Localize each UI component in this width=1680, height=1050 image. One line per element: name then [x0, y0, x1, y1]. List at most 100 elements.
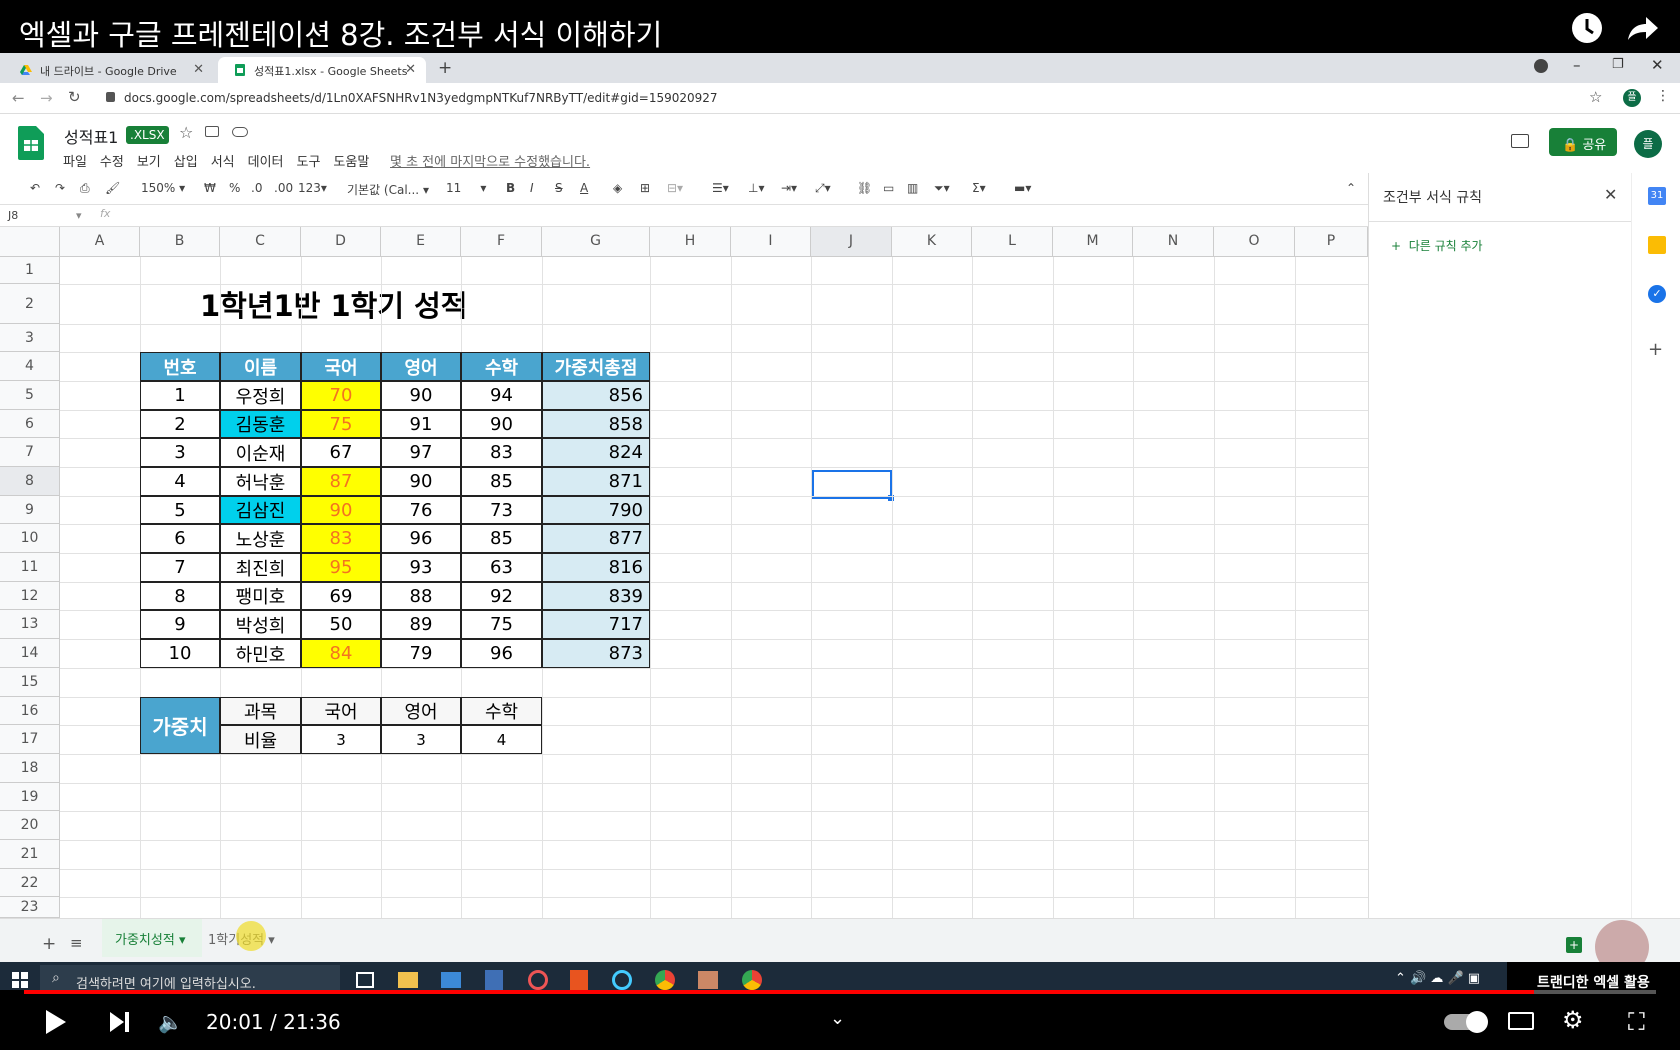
table-cell[interactable]: 873 — [542, 639, 650, 668]
sheet-tab-weighted[interactable]: 가중치성적 ▾ — [102, 919, 202, 957]
weights-ratio-cell[interactable]: 3 — [301, 725, 381, 754]
table-cell[interactable]: 90 — [461, 410, 542, 438]
horizontal-align-icon[interactable]: ☰▾ — [712, 181, 729, 195]
row-header[interactable]: 22 — [0, 869, 60, 897]
share-arrow-icon[interactable] — [1622, 8, 1662, 48]
row-header[interactable]: 17 — [0, 725, 60, 754]
table-cell[interactable]: 63 — [461, 553, 542, 582]
increase-decimal-button[interactable]: .00 — [274, 181, 293, 195]
browser-menu-icon[interactable]: ⋮ — [1656, 88, 1670, 104]
chrome-icon[interactable] — [655, 970, 675, 990]
cf-panel-close-icon[interactable]: ✕ — [1604, 185, 1617, 204]
text-color-icon[interactable]: A — [580, 181, 588, 195]
table-cell[interactable]: 96 — [381, 524, 461, 553]
bookmark-star-icon[interactable]: ☆ — [1589, 88, 1602, 106]
undo-icon[interactable]: ↶ — [30, 181, 40, 195]
table-cell[interactable]: 83 — [301, 524, 381, 553]
minimize-icon[interactable]: – — [1573, 56, 1581, 74]
column-header[interactable]: C — [220, 227, 301, 257]
decrease-decimal-button[interactable]: .0 — [251, 181, 262, 195]
table-cell[interactable]: 3 — [140, 438, 220, 467]
font-size-select[interactable]: 11 ▾ — [446, 181, 486, 195]
weights-subject-cell[interactable]: 영어 — [381, 697, 461, 725]
table-cell[interactable]: 9 — [140, 610, 220, 639]
browser-tab-sheets[interactable]: 성적표1.xlsx - Google Sheets ✕ — [218, 57, 426, 83]
table-cell[interactable]: 2 — [140, 410, 220, 438]
row-header[interactable]: 19 — [0, 783, 60, 811]
name-box[interactable]: J8 — [8, 209, 18, 222]
table-cell[interactable]: 84 — [301, 639, 381, 668]
table-cell[interactable]: 87 — [301, 467, 381, 496]
back-icon[interactable]: ← — [12, 89, 25, 107]
explore-icon[interactable]: + — [1566, 937, 1582, 953]
table-cell[interactable]: 91 — [381, 410, 461, 438]
table-cell[interactable]: 79 — [381, 639, 461, 668]
column-header[interactable]: A — [60, 227, 140, 257]
menu-file[interactable]: 파일 — [63, 155, 87, 170]
table-cell[interactable]: 67 — [301, 438, 381, 467]
column-header[interactable]: D — [301, 227, 381, 257]
table-cell[interactable]: 824 — [542, 438, 650, 467]
column-header[interactable]: I — [731, 227, 811, 257]
table-cell[interactable]: 95 — [301, 553, 381, 582]
add-addon-icon[interactable]: + — [1648, 339, 1663, 360]
restore-icon[interactable]: ❐ — [1612, 57, 1624, 72]
row-header[interactable]: 9 — [0, 496, 60, 524]
row-header[interactable]: 11 — [0, 553, 60, 582]
table-cell[interactable]: 90 — [381, 467, 461, 496]
window-close-icon[interactable]: ✕ — [1651, 56, 1664, 74]
table-cell[interactable]: 우정희 — [220, 381, 301, 410]
table-cell[interactable]: 하민호 — [220, 639, 301, 668]
table-cell[interactable]: 김동훈 — [220, 410, 301, 438]
paint-format-icon[interactable]: 🖌 — [105, 181, 120, 195]
volume-icon[interactable]: 🔈 — [158, 1010, 183, 1034]
table-cell[interactable]: 96 — [461, 639, 542, 668]
progress-bar[interactable] — [24, 990, 1656, 994]
settings-icon[interactable]: ⚙ — [1562, 1006, 1584, 1034]
menu-insert[interactable]: 삽입 — [174, 155, 198, 170]
table-cell[interactable]: 허낙훈 — [220, 467, 301, 496]
add-sheet-icon[interactable]: + — [42, 934, 56, 954]
table-header-cell[interactable]: 국어 — [301, 352, 381, 381]
row-header[interactable]: 5 — [0, 381, 60, 410]
move-folder-icon[interactable] — [205, 126, 219, 137]
more-formats-select[interactable]: 123▾ — [298, 181, 327, 195]
document-title[interactable]: 성적표1 — [64, 124, 118, 148]
fullscreen-icon[interactable]: ⛶ — [1628, 1008, 1645, 1036]
table-cell[interactable]: 노상훈 — [220, 524, 301, 553]
calendar-icon[interactable]: 31 — [1648, 187, 1666, 205]
menu-tools[interactable]: 도구 — [297, 155, 321, 170]
row-header[interactable]: 23 — [0, 897, 60, 918]
table-cell[interactable]: 최진희 — [220, 553, 301, 582]
table-cell[interactable]: 1 — [140, 381, 220, 410]
table-cell[interactable]: 76 — [381, 496, 461, 524]
row-header[interactable]: 1 — [0, 257, 60, 284]
table-cell[interactable]: 7 — [140, 553, 220, 582]
tasks-icon[interactable]: ✓ — [1648, 285, 1666, 303]
table-cell[interactable]: 856 — [542, 381, 650, 410]
table-cell[interactable]: 858 — [542, 410, 650, 438]
weights-ratio-cell[interactable]: 3 — [381, 725, 461, 754]
weights-header-cell[interactable]: 과목 — [220, 697, 301, 725]
url-field[interactable]: docs.google.com/spreadsheets/d/1Ln0XAFSN… — [124, 91, 718, 105]
new-tab-icon[interactable]: + — [438, 58, 452, 78]
tab-search-icon[interactable] — [1534, 59, 1548, 73]
row-header[interactable]: 8 — [0, 467, 60, 496]
text-rotation-icon[interactable]: ⤢▾ — [815, 181, 831, 196]
star-icon[interactable]: ☆ — [179, 123, 193, 142]
office-icon[interactable] — [570, 970, 588, 990]
insert-chart-icon[interactable]: ▥ — [907, 181, 918, 195]
redo-icon[interactable]: ↷ — [55, 181, 65, 195]
add-rule-button[interactable]: + 다른 규칙 추가 — [1391, 237, 1483, 254]
table-header-cell[interactable]: 가중치총점 — [542, 352, 650, 381]
last-edit-link[interactable]: 몇 초 전에 마지막으로 수정했습니다. — [390, 151, 590, 170]
table-cell[interactable]: 871 — [542, 467, 650, 496]
table-cell[interactable]: 90 — [381, 381, 461, 410]
cloud-status-icon[interactable] — [232, 127, 248, 137]
sync-app-icon[interactable] — [528, 970, 548, 990]
table-cell[interactable]: 94 — [461, 381, 542, 410]
print-icon[interactable]: ⎙ — [80, 181, 90, 196]
collapse-toolbar-icon[interactable]: ⌃ — [1346, 181, 1356, 195]
close-tab-icon[interactable]: ✕ — [405, 62, 416, 77]
column-header[interactable]: F — [461, 227, 542, 257]
